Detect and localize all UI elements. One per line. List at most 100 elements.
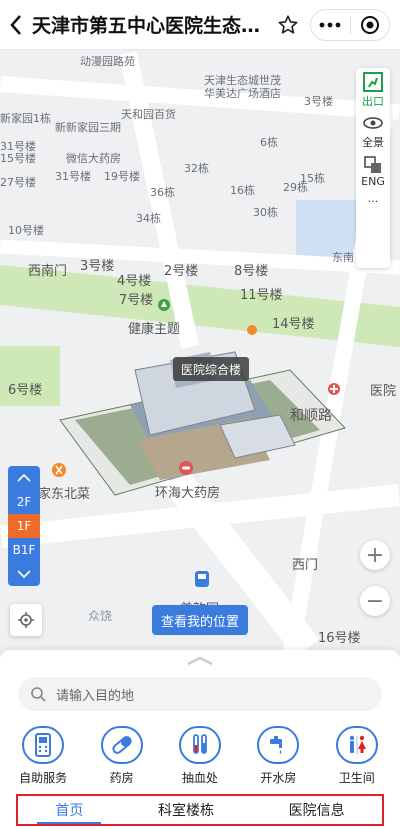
- map-label: 6号楼: [8, 383, 43, 398]
- map-label: 天和园百货: [121, 108, 176, 121]
- exit-button[interactable]: 出口: [362, 72, 384, 109]
- service-icon-wrapper: [22, 726, 65, 764]
- bus-stop-icon: [195, 571, 209, 587]
- map-label: 8号楼: [234, 264, 269, 279]
- restroom-icon: [349, 735, 366, 754]
- building-tag[interactable]: 医院综合楼: [173, 357, 250, 381]
- floor-b1f[interactable]: B1F: [8, 538, 40, 562]
- map-label: 34栋: [136, 212, 161, 225]
- map-label: 环海大药房: [155, 486, 221, 501]
- eng-label: ENG: [361, 175, 385, 188]
- map-label: 医院: [370, 384, 397, 399]
- map-label: 27号楼: [0, 176, 36, 189]
- close-miniprogram-button[interactable]: [350, 10, 389, 40]
- exit-label: 出口: [362, 95, 384, 108]
- panorama-eye-icon: [363, 117, 383, 129]
- floor-up-button[interactable]: [8, 466, 40, 490]
- exit-icon: [363, 72, 383, 92]
- panorama-label: 全景: [362, 136, 384, 149]
- service-hot-water[interactable]: 开水房: [242, 726, 314, 786]
- map-label: 3号楼: [80, 259, 115, 274]
- service-icon-wrapper: [257, 726, 300, 764]
- map-label: 14号楼: [272, 317, 315, 332]
- hospital-pin-icon: [328, 383, 340, 395]
- map-label: 7号楼: [119, 293, 154, 308]
- language-button[interactable]: ENG: [361, 156, 385, 188]
- pharmacy-pin-icon: [179, 461, 193, 475]
- map-label: 16号楼: [318, 631, 361, 646]
- map-label: 2号楼: [164, 264, 199, 279]
- service-pharmacy[interactable]: 药房: [86, 726, 158, 786]
- park-pin-icon: [158, 299, 170, 311]
- service-label: 抽血处: [181, 771, 218, 785]
- service-icon-wrapper: [100, 726, 143, 764]
- panel-handle-icon[interactable]: [186, 656, 214, 666]
- map-view[interactable]: 动漫园路苑 天津生态城世茂华美达广场酒店 新家园1栋 天和园百货 新新家园三期 …: [0, 50, 400, 660]
- restaurant-pin-icon: [52, 463, 66, 477]
- translate-icon: [364, 156, 381, 173]
- fishing-pin-icon: [247, 325, 257, 335]
- search-placeholder: 请输入目的地: [56, 688, 135, 704]
- map-label: 36栋: [150, 186, 175, 199]
- panorama-button[interactable]: 全景: [362, 115, 384, 150]
- service-label: 自助服务: [19, 771, 68, 785]
- view-my-location-button[interactable]: 查看我的位置: [152, 605, 248, 635]
- water-tap-icon: [270, 736, 283, 754]
- toolbar-more-button[interactable]: ···: [368, 194, 379, 208]
- favorite-button[interactable]: [272, 9, 304, 41]
- map-label: 31号楼: [55, 170, 91, 183]
- map-label: 新家园1栋: [0, 112, 51, 125]
- destination-search[interactable]: 请输入目的地: [18, 677, 382, 711]
- search-icon: [31, 687, 46, 702]
- service-label: 开水房: [260, 771, 297, 785]
- map-label: 微信大药房: [66, 152, 121, 165]
- crosshair-icon: [18, 612, 34, 628]
- floor-down-button[interactable]: [8, 562, 40, 586]
- floor-2f[interactable]: 2F: [8, 490, 40, 514]
- blood-tube-icon: [193, 734, 207, 754]
- zoom-in-button[interactable]: +: [360, 540, 390, 570]
- map-label: 西门: [292, 558, 319, 573]
- locate-me-button[interactable]: [10, 604, 42, 636]
- service-blood-draw[interactable]: 抽血处: [164, 726, 236, 786]
- tab-departments[interactable]: 科室楼栋: [154, 796, 218, 824]
- zoom-out-button[interactable]: −: [360, 586, 390, 616]
- more-button[interactable]: [311, 10, 350, 40]
- map-label: 4号楼: [117, 274, 152, 289]
- map-label: 健康主题: [128, 322, 181, 337]
- service-label: 药房: [109, 771, 134, 785]
- page-title: 天津市第五中心医院生态…: [32, 15, 261, 37]
- tab-hospital-info[interactable]: 医院信息: [285, 796, 349, 824]
- map-label: 19号楼: [104, 170, 140, 183]
- map-label: 和顺路: [290, 408, 332, 424]
- header-bar: 天津市第五中心医院生态…: [0, 0, 400, 50]
- back-icon: [10, 14, 21, 35]
- star-icon: [278, 15, 298, 34]
- map-label: 6栋: [260, 136, 278, 149]
- tab-home[interactable]: 首页: [37, 796, 102, 824]
- map-label: 16栋: [230, 184, 255, 197]
- target-icon: [360, 16, 379, 34]
- pill-icon: [111, 736, 132, 754]
- back-button[interactable]: [0, 0, 32, 50]
- floor-1f[interactable]: 1F: [8, 514, 40, 538]
- map-toolbar: 出口 全景 ENG ···: [356, 68, 390, 268]
- map-label: 11号楼: [240, 288, 283, 303]
- chevron-down-icon: [17, 570, 31, 578]
- road: [0, 76, 400, 120]
- service-self-service[interactable]: 自助服务: [7, 726, 79, 786]
- service-shortcuts: 自助服务 药房 抽血处 开水房 卫生间: [0, 726, 400, 786]
- more-icon: [319, 22, 341, 28]
- map-label: 东南: [332, 251, 354, 264]
- map-label: 3号楼: [304, 95, 333, 108]
- map-label: 32栋: [184, 162, 209, 175]
- mini-program-capsule: [310, 9, 390, 41]
- map-label: 家东北菜: [38, 487, 91, 502]
- toolbar-more-label: ···: [367, 195, 379, 208]
- floor-selector: 2F 1F B1F: [8, 466, 40, 586]
- service-icon-wrapper: [335, 726, 378, 764]
- map-label: 29栋: [283, 181, 308, 194]
- bottom-tab-bar: 首页 科室楼栋 医院信息: [16, 794, 384, 826]
- chevron-up-icon: [17, 474, 31, 482]
- service-restroom[interactable]: 卫生间: [321, 726, 393, 786]
